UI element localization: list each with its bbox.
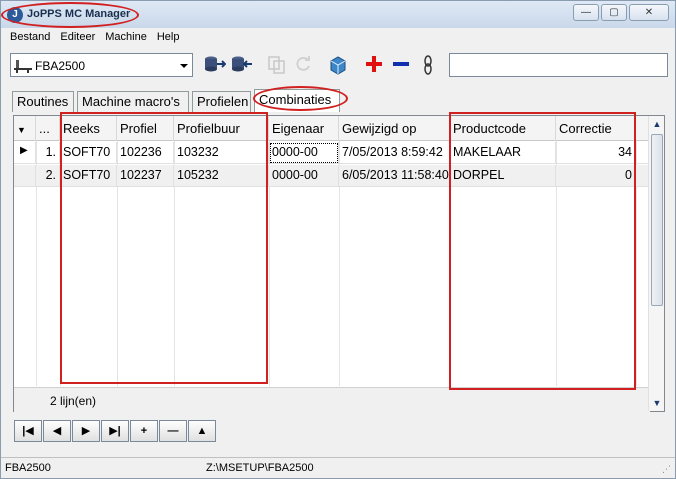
copy-icon (268, 56, 285, 74)
menu-machine[interactable]: Machine (100, 29, 152, 47)
column-eigenaar[interactable]: Eigenaar (269, 116, 339, 141)
window-controls: — ▢ ✕ (573, 4, 669, 21)
cell-profiel[interactable]: 102236 (117, 142, 174, 164)
prev-record-button[interactable]: ◀ (43, 420, 71, 442)
maximize-button[interactable]: ▢ (601, 4, 627, 21)
table-row[interactable]: 2. SOFT70 102237 105232 0000-00 6/05/201… (14, 165, 650, 187)
column-correctie[interactable]: Correctie (556, 116, 636, 141)
grid-header: ▼ ... Reeks Profiel Profielbuur Eigenaar… (14, 116, 650, 141)
menu-help[interactable]: Help (152, 29, 185, 47)
row-count: 2 lijn(en) (50, 394, 97, 408)
column-gewijzigd-op[interactable]: Gewijzigd op (339, 116, 450, 141)
cell-reeks[interactable]: SOFT70 (60, 165, 117, 187)
cell-productcode[interactable]: MAKELAAR (450, 142, 556, 164)
title-annotation-oval (1, 2, 139, 28)
record-navigator: |◀ ◀ ▶ ▶| + — ▲ (14, 420, 217, 442)
cell-profiel[interactable]: 102237 (117, 165, 174, 187)
insert-record-button[interactable]: + (130, 420, 158, 442)
search-input[interactable] (449, 53, 668, 77)
add-button[interactable] (363, 55, 385, 77)
cell-profielbuur[interactable]: 103232 (174, 142, 269, 164)
export-db-button[interactable] (231, 55, 253, 77)
scroll-down-icon[interactable]: ▼ (649, 395, 665, 411)
menu-editeer[interactable]: Editeer (55, 29, 100, 47)
row-indicator (14, 165, 36, 187)
tab-profielen[interactable]: Profielen (192, 91, 251, 112)
cell-gewijzigd-op[interactable]: 6/05/2013 11:58:40 (339, 165, 450, 187)
toolbar: FBA2500 (1, 51, 675, 81)
cell-eigenaar[interactable]: 0000-00 (269, 142, 339, 164)
minus-icon (393, 62, 409, 66)
app-window: J JoPPS MC Manager — ▢ ✕ Bestand Editeer… (0, 0, 676, 479)
resize-grip-icon[interactable]: ⋰ (662, 464, 671, 475)
column-productcode[interactable]: Productcode (450, 116, 556, 141)
combinations-grid: ▼ ... Reeks Profiel Profielbuur Eigenaar… (13, 115, 665, 412)
tab-machine-macros[interactable]: Machine macro's (77, 91, 189, 112)
chevron-down-icon (180, 64, 188, 68)
remove-button[interactable] (390, 55, 412, 77)
import-db-button[interactable] (204, 55, 227, 77)
status-database: FBA2500 (5, 462, 51, 474)
cell-eigenaar[interactable]: 0000-00 (269, 165, 339, 187)
menu-bestand[interactable]: Bestand (5, 29, 55, 47)
first-record-button[interactable]: |◀ (14, 420, 42, 442)
grid-footer: 2 lijn(en) (14, 387, 650, 412)
copy-button[interactable] (266, 55, 288, 77)
edit-record-button[interactable]: ▲ (188, 420, 216, 442)
minimize-button[interactable]: — (573, 4, 599, 21)
row-number: 1. (36, 142, 60, 164)
cell-correctie[interactable]: 34 (556, 142, 636, 164)
column-profiel[interactable]: Profiel (117, 116, 174, 141)
vertical-scrollbar[interactable]: ▲ ▼ (648, 116, 664, 411)
delete-record-button[interactable]: — (159, 420, 187, 442)
close-button[interactable]: ✕ (629, 4, 669, 21)
cell-productcode[interactable]: DORPEL (450, 165, 556, 187)
scroll-up-icon[interactable]: ▲ (649, 116, 665, 132)
plus-icon (366, 56, 382, 72)
link-button[interactable] (417, 55, 439, 77)
status-bar: FBA2500 Z:\MSETUP\FBA2500 ⋰ (1, 457, 675, 478)
database-import-icon (205, 56, 227, 72)
database-export-icon (232, 56, 252, 72)
package-button[interactable] (327, 55, 349, 77)
refresh-button[interactable] (292, 55, 314, 77)
scroll-thumb[interactable] (651, 134, 663, 306)
column-number[interactable]: ... (36, 116, 60, 141)
table-row[interactable]: ▶ 1. SOFT70 102236 103232 0000-00 7/05/2… (14, 142, 650, 164)
menu-bar: Bestand Editeer Machine Help (1, 29, 675, 47)
refresh-icon (296, 56, 310, 71)
chain-link-icon (424, 55, 432, 75)
tab-annotation-oval (253, 86, 348, 111)
column-reeks[interactable]: Reeks (60, 116, 117, 141)
row-number: 2. (36, 165, 60, 187)
row-indicator: ▶ (14, 142, 36, 164)
column-indicator[interactable]: ▼ (14, 116, 36, 141)
next-record-button[interactable]: ▶ (72, 420, 100, 442)
tab-routines[interactable]: Routines (12, 91, 74, 112)
column-profielbuur[interactable]: Profielbuur (174, 116, 269, 141)
machine-icon (14, 60, 32, 73)
cell-reeks[interactable]: SOFT70 (60, 142, 117, 164)
sort-chevron-icon: ▼ (17, 125, 26, 135)
cell-gewijzigd-op[interactable]: 7/05/2013 8:59:42 (339, 142, 450, 164)
cell-profielbuur[interactable]: 105232 (174, 165, 269, 187)
database-select[interactable]: FBA2500 (10, 53, 193, 77)
cell-correctie[interactable]: 0 (556, 165, 636, 187)
database-value: FBA2500 (35, 59, 86, 73)
status-path: Z:\MSETUP\FBA2500 (206, 462, 314, 474)
package-icon (330, 56, 346, 75)
last-record-button[interactable]: ▶| (101, 420, 129, 442)
